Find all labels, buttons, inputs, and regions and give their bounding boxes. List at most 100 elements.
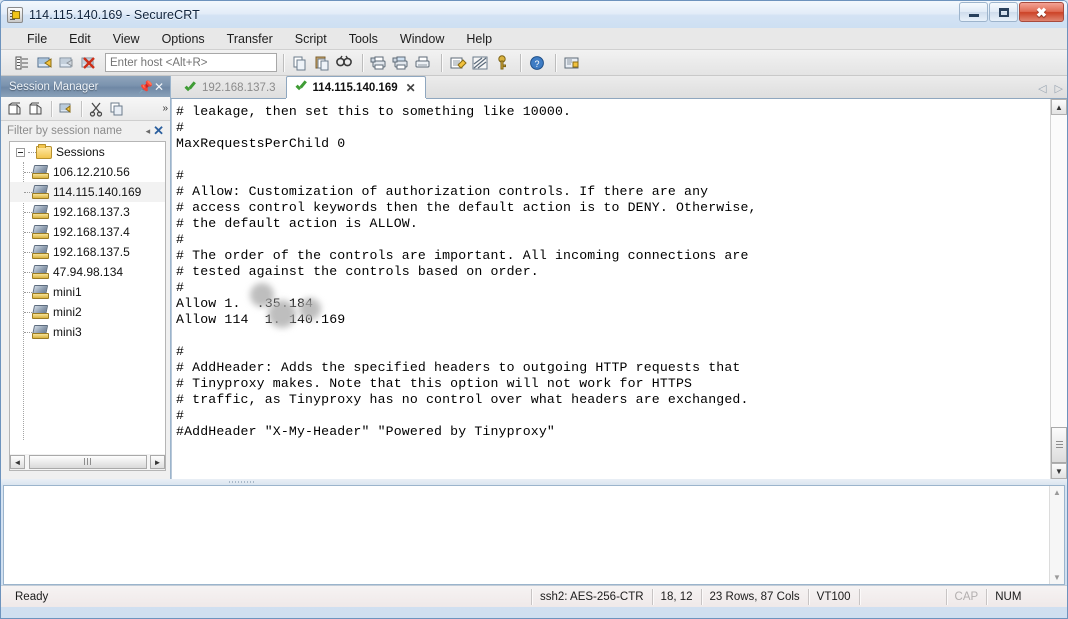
new-session-icon[interactable]: [5, 99, 25, 119]
menu-script[interactable]: Script: [285, 30, 337, 48]
close-button[interactable]: ✖: [1019, 2, 1064, 22]
overflow-icon[interactable]: »: [162, 103, 168, 114]
session-tree[interactable]: Sessions 106.12.210.56 114.115.140.169 1…: [9, 141, 166, 454]
secondary-pane-content[interactable]: [4, 486, 1049, 584]
menu-tools[interactable]: Tools: [339, 30, 388, 48]
terminal-area: # leakage, then set this to something li…: [171, 99, 1067, 479]
connect-in-tab-icon[interactable]: [57, 53, 77, 73]
paste-icon[interactable]: [312, 53, 332, 73]
session-item-6[interactable]: mini1: [10, 282, 165, 302]
session-icon: [32, 305, 49, 319]
terminal-vscrollbar[interactable]: ▲ ▼: [1050, 99, 1067, 479]
toolbar-separator: [51, 100, 52, 117]
session-label: 106.12.210.56: [53, 165, 130, 179]
scroll-up-icon[interactable]: ▲: [1053, 488, 1061, 497]
host-input[interactable]: [105, 53, 277, 72]
session-icon: [32, 325, 49, 339]
scroll-down-icon[interactable]: ▼: [1053, 573, 1061, 582]
copy-session-icon[interactable]: [107, 99, 127, 119]
vscroll-thumb[interactable]: [1051, 427, 1067, 463]
nav-prev-icon[interactable]: ◁: [1038, 82, 1046, 95]
menu-transfer[interactable]: Transfer: [217, 30, 283, 48]
pin-icon[interactable]: 📌: [138, 80, 153, 94]
session-item-8[interactable]: mini3: [10, 322, 165, 342]
clear-screen-icon[interactable]: [470, 53, 490, 73]
help-icon[interactable]: ?: [527, 53, 547, 73]
tab-192-168-137-3[interactable]: 192.168.137.3: [175, 77, 286, 98]
minimize-button[interactable]: [959, 2, 988, 22]
session-item-4[interactable]: 192.168.137.5: [10, 242, 165, 262]
connected-check-icon: [185, 83, 197, 94]
session-label: 114.115.140.169: [53, 185, 142, 199]
window-controls: ✖: [959, 2, 1064, 22]
print-icon[interactable]: [369, 53, 389, 73]
collapse-icon[interactable]: [16, 147, 25, 157]
scroll-up-button[interactable]: ▲: [1051, 99, 1067, 115]
close-icon[interactable]: ✕: [152, 80, 166, 94]
session-label: 47.94.98.134: [53, 265, 124, 279]
secondary-pane: ▲ ▼: [3, 485, 1065, 585]
session-filter-bar: Filter by session name ◂ ✕: [1, 121, 170, 141]
session-item-0[interactable]: 106.12.210.56: [10, 162, 165, 182]
menu-file[interactable]: File: [17, 30, 57, 48]
pane-splitter[interactable]: [1, 479, 1067, 485]
vscroll-track[interactable]: [1051, 115, 1067, 463]
tab-114-115-140-169[interactable]: 114.115.140.169 ✕: [285, 76, 426, 98]
scroll-down-button[interactable]: ▼: [1051, 463, 1067, 479]
tab-label: 114.115.140.169: [312, 81, 398, 94]
copy-icon[interactable]: [290, 53, 310, 73]
toolbar-separator: [283, 53, 284, 72]
session-tree-hscrollbar[interactable]: ◄ ►: [9, 454, 166, 471]
find-icon[interactable]: [334, 53, 354, 73]
tree-guide-line: [24, 311, 32, 313]
log-session-icon[interactable]: [448, 53, 468, 73]
scroll-left-icon: ◄: [13, 457, 22, 467]
terminal-screen[interactable]: # leakage, then set this to something li…: [172, 99, 1050, 479]
close-icon[interactable]: ✕: [406, 81, 416, 95]
chevron-left-icon[interactable]: ◂: [146, 126, 151, 137]
properties-icon[interactable]: [562, 53, 582, 73]
print-screen-icon[interactable]: [413, 53, 433, 73]
main-body: Session Manager 📌 ✕ » Filter by session …: [1, 76, 1067, 479]
tree-root-label: Sessions: [56, 145, 105, 159]
menu-edit[interactable]: Edit: [59, 30, 101, 48]
session-label: mini2: [53, 305, 82, 319]
scroll-right-button[interactable]: ►: [150, 455, 165, 469]
cut-icon[interactable]: [86, 99, 106, 119]
connect-session-icon[interactable]: [56, 99, 76, 119]
session-item-3[interactable]: 192.168.137.4: [10, 222, 165, 242]
session-filter-input[interactable]: Filter by session name: [7, 125, 146, 137]
maximize-button[interactable]: [989, 2, 1018, 22]
svg-text:?: ?: [534, 59, 539, 69]
session-item-1[interactable]: 114.115.140.169: [10, 182, 165, 202]
menu-view[interactable]: View: [103, 30, 150, 48]
secondary-pane-scrollbar[interactable]: ▲ ▼: [1049, 486, 1064, 584]
hscroll-thumb[interactable]: [29, 454, 147, 469]
connect-icon[interactable]: [35, 53, 55, 73]
menu-help[interactable]: Help: [456, 30, 502, 48]
tree-guide-line: [24, 211, 32, 213]
scroll-left-button[interactable]: ◄: [10, 455, 25, 469]
new-folder-icon[interactable]: [26, 99, 46, 119]
securecrt-icon: [7, 6, 23, 23]
close-icon: ✖: [1036, 4, 1047, 20]
disconnect-icon[interactable]: [79, 53, 99, 73]
session-icon: [32, 285, 49, 299]
nav-next-icon[interactable]: ▷: [1055, 82, 1063, 95]
session-manager-icon[interactable]: [13, 53, 33, 73]
session-item-2[interactable]: 192.168.137.3: [10, 202, 165, 222]
print-selection-icon[interactable]: [391, 53, 411, 73]
key-icon[interactable]: [492, 53, 512, 73]
session-manager-toolbar: »: [1, 97, 170, 121]
menu-options[interactable]: Options: [152, 30, 215, 48]
session-item-7[interactable]: mini2: [10, 302, 165, 322]
clear-filter-icon[interactable]: ✕: [153, 123, 164, 139]
session-icon: [32, 185, 49, 199]
session-item-5[interactable]: 47.94.98.134: [10, 262, 165, 282]
tree-root-sessions[interactable]: Sessions: [10, 142, 165, 162]
menu-window[interactable]: Window: [390, 30, 454, 48]
securecrt-window: 114.115.140.169 - SecureCRT ✖ File Edit …: [0, 0, 1068, 619]
hscroll-track[interactable]: [25, 454, 150, 470]
minimize-icon: [968, 13, 979, 17]
session-label: 192.168.137.3: [53, 205, 130, 219]
